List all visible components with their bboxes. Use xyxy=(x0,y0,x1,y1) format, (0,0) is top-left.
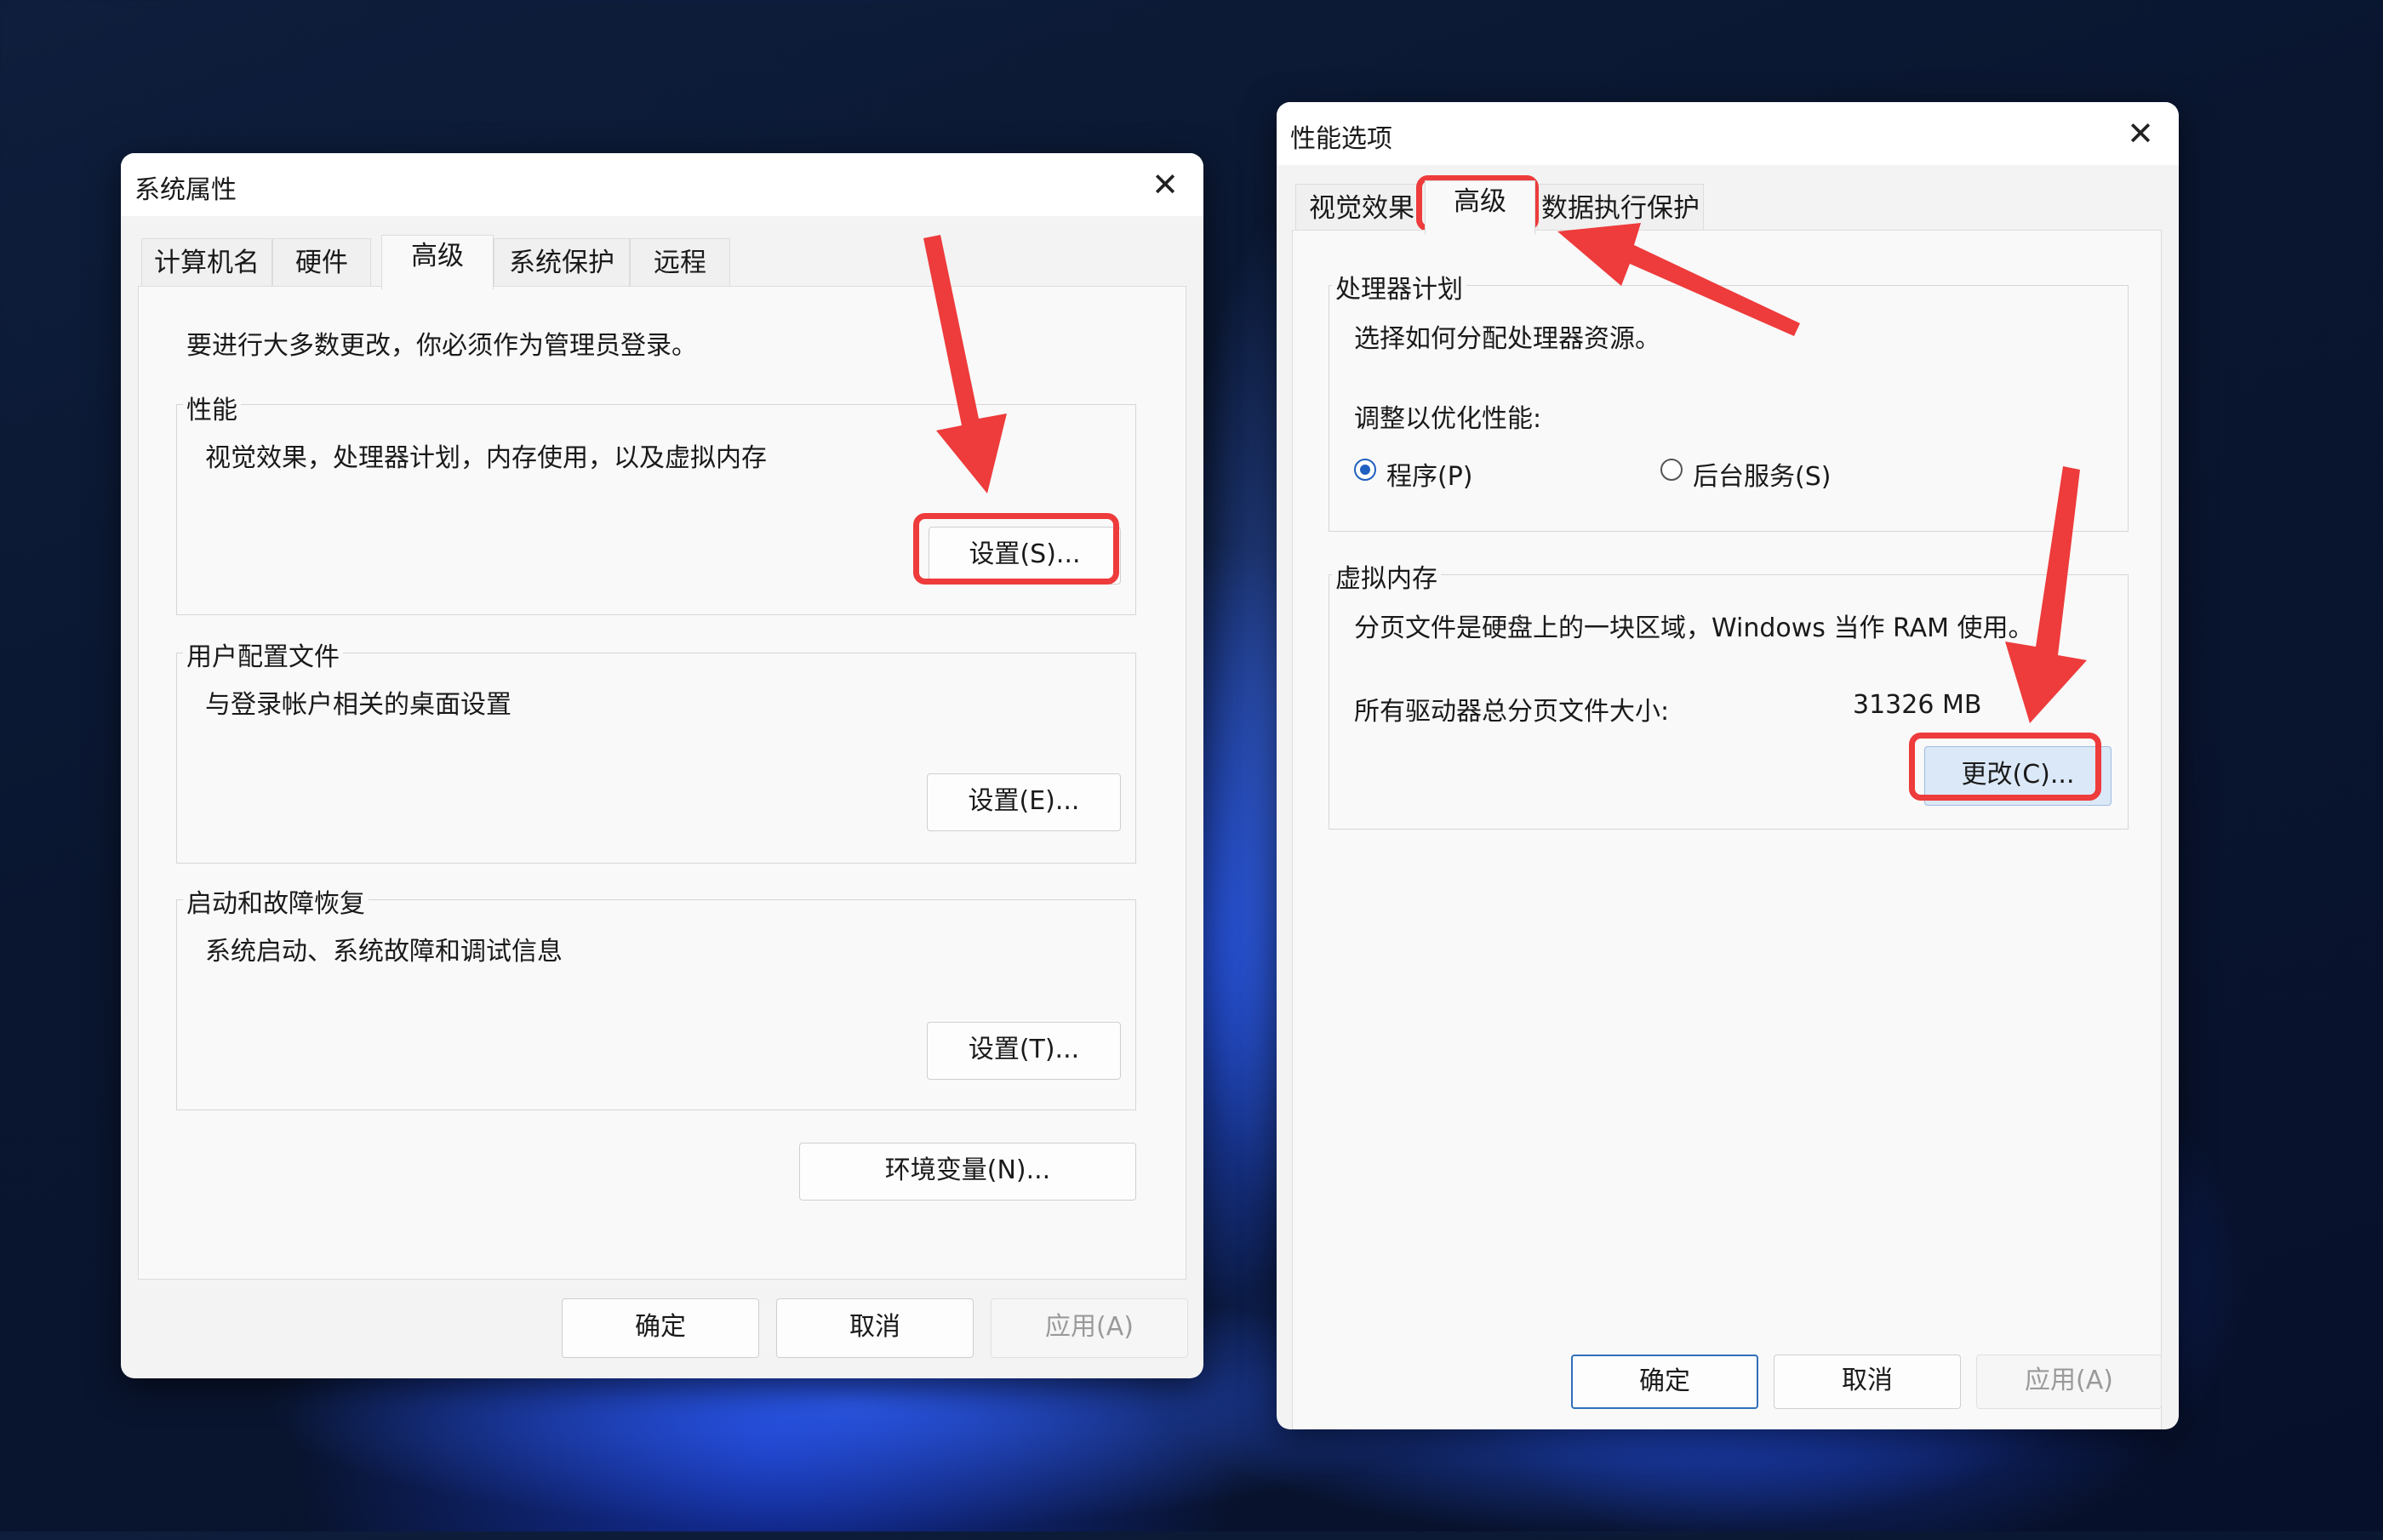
virtual-memory-legend: 虚拟内存 xyxy=(1332,557,1441,595)
environment-variables-button[interactable]: 环境变量(N)... xyxy=(799,1143,1136,1201)
startup-recovery-legend: 启动和故障恢复 xyxy=(183,882,369,920)
tab-hardware[interactable]: 硬件 xyxy=(272,238,371,288)
programs-radio[interactable] xyxy=(1354,459,1376,481)
performance-legend: 性能 xyxy=(183,389,241,426)
performance-description: 视觉效果，处理器计划，内存使用，以及虚拟内存 xyxy=(205,443,767,473)
user-profiles-description: 与登录帐户相关的桌面设置 xyxy=(205,690,511,720)
adjust-for-label: 调整以优化性能: xyxy=(1354,404,1542,434)
total-paging-size-value: 31326 MB xyxy=(1853,690,1982,720)
tab-remote[interactable]: 远程 xyxy=(630,238,730,288)
tab-visual-effects[interactable]: 视觉效果 xyxy=(1295,184,1428,233)
close-icon[interactable]: ✕ xyxy=(2121,114,2160,153)
dialog-title: 性能选项 xyxy=(1290,124,1392,154)
tab-system-protection[interactable]: 系统保护 xyxy=(494,238,630,288)
user-profiles-legend: 用户配置文件 xyxy=(183,636,343,673)
background-services-radio[interactable] xyxy=(1660,459,1683,481)
virtual-memory-description: 分页文件是硬盘上的一块区域，Windows 当作 RAM 使用。 xyxy=(1354,613,2034,643)
startup-recovery-settings-button[interactable]: 设置(T)... xyxy=(927,1022,1121,1080)
apply-button[interactable]: 应用(A) xyxy=(1976,1355,2162,1409)
processor-description: 选择如何分配处理器资源。 xyxy=(1354,324,1660,354)
ok-button[interactable]: 确定 xyxy=(1571,1355,1758,1409)
apply-button[interactable]: 应用(A) xyxy=(991,1298,1188,1358)
admin-note: 要进行大多数更改，你必须作为管理员登录。 xyxy=(186,331,697,361)
user-profiles-settings-button[interactable]: 设置(E)... xyxy=(927,773,1121,831)
title-bar: 性能选项 ✕ xyxy=(1277,102,2179,165)
performance-settings-button[interactable]: 设置(S)... xyxy=(929,527,1121,585)
tab-computer-name[interactable]: 计算机名 xyxy=(141,238,272,288)
close-icon[interactable]: ✕ xyxy=(1146,165,1185,204)
tab-advanced[interactable]: 高级 xyxy=(381,235,494,289)
cancel-button[interactable]: 取消 xyxy=(776,1298,974,1358)
processor-scheduling-legend: 处理器计划 xyxy=(1332,268,1466,305)
cancel-button[interactable]: 取消 xyxy=(1774,1355,1961,1409)
dialog-title: 系统属性 xyxy=(134,175,237,205)
change-virtual-memory-button[interactable]: 更改(C)... xyxy=(1924,746,2112,806)
total-paging-size-label: 所有驱动器总分页文件大小: xyxy=(1354,697,1670,727)
advanced-tab-panel: 处理器计划 选择如何分配处理器资源。 调整以优化性能: 程序(P) 后台服务(S… xyxy=(1292,230,2162,1429)
title-bar: 系统属性 ✕ xyxy=(121,153,1203,216)
startup-recovery-description: 系统启动、系统故障和调试信息 xyxy=(205,937,563,967)
tab-advanced[interactable]: 高级 xyxy=(1425,180,1535,235)
performance-options-dialog: 性能选项 ✕ 视觉效果 高级 数据执行保护 处理器计划 选择如何分配处理器资源。… xyxy=(1277,102,2179,1429)
system-properties-dialog: 系统属性 ✕ 计算机名 硬件 高级 系统保护 远程 要进行大多数更改，你必须作为… xyxy=(121,153,1203,1378)
tab-data-execution-prevention[interactable]: 数据执行保护 xyxy=(1537,184,1704,233)
advanced-tab-panel: 要进行大多数更改，你必须作为管理员登录。 性能 视觉效果，处理器计划，内存使用，… xyxy=(138,286,1186,1280)
ok-button[interactable]: 确定 xyxy=(562,1298,759,1358)
background-services-radio-label[interactable]: 后台服务(S) xyxy=(1693,455,1831,493)
programs-radio-label[interactable]: 程序(P) xyxy=(1386,455,1473,493)
